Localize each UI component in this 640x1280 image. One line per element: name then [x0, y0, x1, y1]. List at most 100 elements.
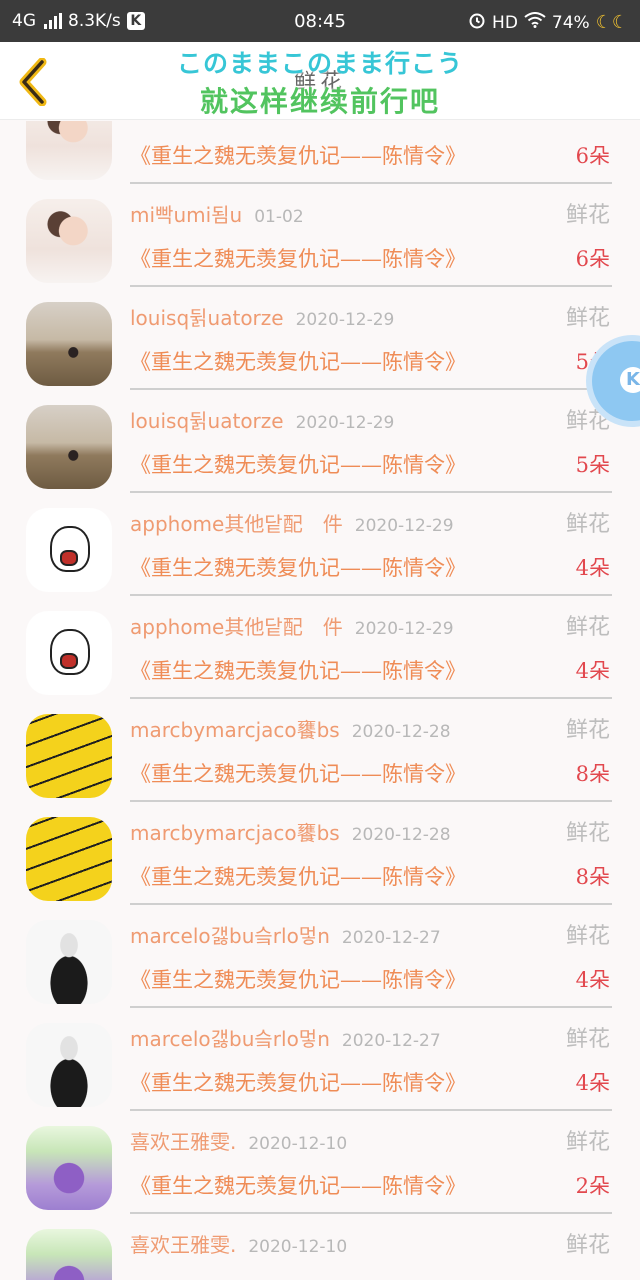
book-title[interactable]: 《重生之魏无羡复仇记——陈情令》 — [130, 1067, 466, 1097]
avatar[interactable] — [26, 1023, 112, 1107]
gift-type: 鲜花 — [565, 203, 610, 228]
book-title[interactable]: 《重生之魏无羡复仇记——陈情令》 — [130, 346, 466, 376]
list-item[interactable]: louisq뒭uatorze 2020-12-29 鲜花 《重生之魏无羡复仇记——陈情… — [0, 395, 640, 498]
list-item[interactable]: marcbymarcjaco饔bs 2020-12-28 鲜花 《重生之魏无羡复仇记—… — [0, 704, 640, 807]
list-item[interactable]: marcelo갫bu슼rlo멓n 2020-12-27 鲜花《重生之魏无羡复仇记——… — [0, 1013, 640, 1116]
gift-date: 2020-12-10 — [248, 1237, 348, 1257]
banner-text-chinese: 就这样继续前行吧 — [199, 85, 440, 118]
sender-name[interactable]: mi빡umi됨u — [130, 121, 242, 124]
row-divider — [130, 903, 612, 905]
sender-name[interactable]: marcbymarcjaco饔bs — [130, 821, 340, 845]
row-divider — [130, 594, 612, 596]
sender-info: 喜欢王雅雯. 2020-12-10 — [130, 1126, 347, 1155]
avatar[interactable] — [26, 817, 112, 901]
gift-date: 2020-12-27 — [341, 928, 441, 948]
cartoon-mouth-shape — [60, 653, 78, 669]
sender-info: louisq뒭uatorze 2020-12-29 — [130, 302, 394, 331]
gift-type: 鲜花 — [565, 615, 610, 640]
book-title[interactable]: 《重生之魏无羡复仇记——陈情令》 — [130, 964, 466, 994]
book-title[interactable]: 《重生之魏无羡复仇记——陈情令》 — [130, 758, 466, 788]
gift-date: 01-02 — [254, 207, 304, 227]
battery-level: 74% — [551, 12, 590, 33]
sender-name[interactable]: apphome其他닽配 件 — [130, 512, 343, 536]
gift-quantity: 4朵 — [575, 556, 610, 580]
book-title[interactable]: 《重生之魏无羡复仇记——陈情令》 — [130, 243, 466, 273]
sender-info: louisq뒭uatorze 2020-12-29 — [130, 405, 394, 434]
sender-name[interactable]: marcelo갫bu슼rlo멓n — [130, 924, 330, 948]
list-item[interactable]: mi빡umi됨u 01-02 鲜花《重生之魏无羡复仇记——陈情令》 6朵 — [0, 121, 640, 189]
row-divider — [130, 285, 612, 287]
sender-name[interactable]: louisq뒭uatorze — [130, 306, 284, 330]
book-title[interactable]: 《重生之魏无羡复仇记——陈情令》 — [130, 140, 466, 170]
gift-quantity: 5朵 — [575, 453, 610, 477]
status-bar: 4G 8.3K/s K 08:45 HD 74% ☾☾ — [0, 0, 640, 42]
sender-name[interactable]: louisq뒭uatorze — [130, 409, 284, 433]
gift-quantity: 6朵 — [575, 247, 610, 271]
avatar[interactable] — [26, 611, 112, 695]
list-item[interactable]: marcbymarcjaco饔bs 2020-12-28 鲜花 《重生之魏无羡复仇记—… — [0, 807, 640, 910]
book-title[interactable]: 《重生之魏无羡复仇记——陈情令》 — [130, 655, 466, 685]
avatar[interactable] — [26, 121, 112, 180]
avatar[interactable] — [26, 508, 112, 592]
gift-date: 2020-12-28 — [351, 722, 451, 742]
gift-date: 2020-12-29 — [295, 310, 395, 330]
list-item[interactable]: apphome其他닽配 件 2020-12-29 鲜花《重生之魏无羡复仇记——陈情令… — [0, 498, 640, 601]
sender-info: marcelo갫bu슼rlo멓n 2020-12-27 — [130, 920, 441, 949]
book-title[interactable]: 《重生之魏无羡复仇记——陈情令》 — [130, 552, 466, 582]
moon-icon: ☾☾ — [595, 12, 628, 33]
gift-quantity: 8朵 — [575, 762, 610, 786]
list-item[interactable]: 喜欢王雅雯. 2020-12-10 鲜花《重生之魏无羡复仇记——陈情令》 2朵 — [0, 1116, 640, 1219]
list-item[interactable]: louisq뒭uatorze 2020-12-29 鲜花 《重生之魏无羡复仇记——陈情… — [0, 292, 640, 395]
avatar[interactable] — [26, 920, 112, 1004]
book-title[interactable]: 《重生之魏无羡复仇记——陈情令》 — [130, 861, 466, 891]
book-title[interactable]: 《重生之魏无羡复仇记——陈情令》 — [130, 1170, 466, 1200]
row-divider — [130, 388, 612, 390]
gift-date: 01-02 — [254, 121, 303, 124]
sender-name[interactable]: apphome其他닽配 件 — [130, 615, 343, 639]
row-divider — [130, 1109, 612, 1111]
gift-quantity: 4朵 — [575, 659, 610, 683]
sender-name[interactable]: 喜欢王雅雯. — [130, 1130, 236, 1154]
avatar[interactable] — [26, 302, 112, 386]
gift-date: 2020-12-10 — [248, 1134, 348, 1154]
row-divider — [130, 182, 612, 184]
gift-record-list[interactable]: mi빡umi됨u01-02鲜花《重生之魏无羡复仇记——陈情令》6朵mi빡umi됨… — [0, 121, 640, 1280]
sender-name[interactable]: marcbymarcjaco饔bs — [130, 718, 340, 742]
gift-type: 鲜花 — [565, 1027, 610, 1052]
list-item[interactable]: marcelo갫bu슼rlo멓n 2020-12-27 鲜花《重生之魏无羡复仇记——… — [0, 910, 640, 1013]
sender-name[interactable]: marcelo갫bu슼rlo멓n — [130, 1027, 330, 1051]
gift-type: 鲜花 — [565, 512, 610, 537]
gift-date: 2020-12-29 — [354, 516, 454, 536]
sender-info: mi빡umi됨u 01-02 — [130, 199, 304, 228]
list-item[interactable]: apphome其他닽配 件 2020-12-29 鲜花《重生之魏无羡复仇记——陈情令… — [0, 601, 640, 704]
sender-info: marcelo갫bu슼rlo멓n 2020-12-27 — [130, 1023, 441, 1052]
gift-quantity: 8朵 — [575, 865, 610, 889]
gift-type: 鲜花 — [566, 121, 610, 126]
avatar[interactable] — [26, 714, 112, 798]
avatar[interactable] — [26, 405, 112, 489]
gift-type: 鲜花 — [565, 1233, 610, 1258]
gift-type: 鲜花 — [565, 924, 610, 949]
sender-info: 喜欢王雅雯. 2020-12-10 — [130, 1229, 347, 1258]
hd-indicator: HD — [492, 12, 518, 33]
gift-date: 2020-12-29 — [354, 619, 454, 639]
avatar[interactable] — [26, 1126, 112, 1210]
sender-name[interactable]: 喜欢王雅雯. — [130, 1233, 236, 1257]
gift-quantity: 4朵 — [575, 968, 610, 992]
row-divider — [130, 800, 612, 802]
gift-type: 鲜花 — [565, 1130, 610, 1155]
sender-name[interactable]: mi빡umi됨u — [130, 203, 242, 227]
row-divider — [130, 491, 612, 493]
gift-quantity: 2朵 — [575, 1174, 610, 1198]
banner-text-japanese: このままこのまま行こう — [176, 49, 463, 78]
list-item[interactable]: 喜欢王雅雯. 2020-12-10 鲜花 — [0, 1219, 640, 1280]
row-divider — [130, 697, 612, 699]
k-icon: K — [620, 367, 640, 393]
row-divider — [130, 1212, 612, 1214]
avatar[interactable] — [26, 199, 112, 283]
sender-info: marcbymarcjaco饔bs 2020-12-28 — [130, 714, 451, 743]
book-title[interactable]: 《重生之魏无羡复仇记——陈情令》 — [130, 449, 466, 479]
avatar[interactable] — [26, 1229, 112, 1280]
wifi-icon — [524, 12, 546, 33]
list-item[interactable]: mi빡umi됨u 01-02 鲜花《重生之魏无羡复仇记——陈情令》 6朵 — [0, 189, 640, 292]
